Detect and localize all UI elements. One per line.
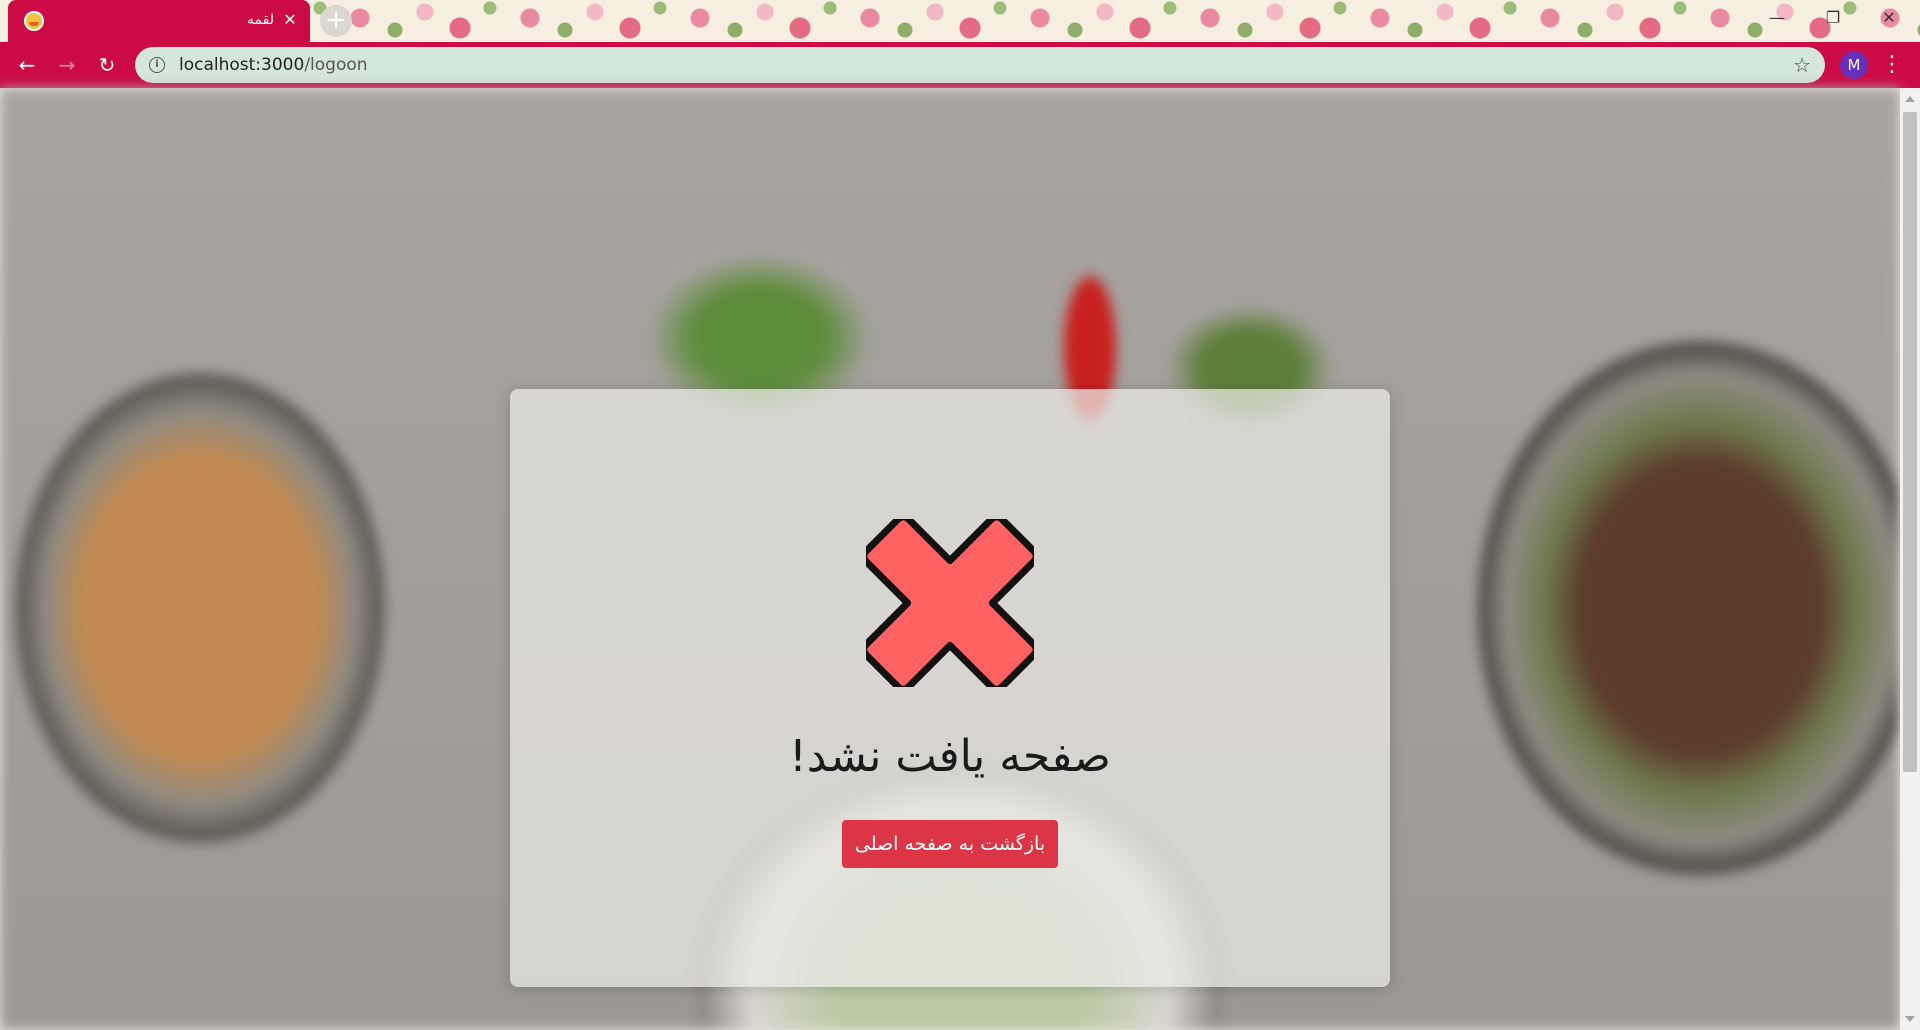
url-host: localhost:3000 [179,55,305,75]
back-button[interactable]: ← [12,50,42,80]
tab-close-icon[interactable]: ✕ [280,10,300,30]
site-info-icon[interactable]: i [149,57,165,73]
profile-avatar[interactable]: M [1840,51,1868,79]
food-favicon-icon [24,11,44,31]
browser-toolbar: ← → ↻ i localhost:3000/logoon ☆ M ⋮ [0,42,1920,88]
url-path: /logoon [304,55,368,75]
new-tab-button[interactable]: + [320,5,352,37]
not-found-card: صفحه یافت نشد! بازگشت به صفحه اصلی [510,389,1390,987]
scroll-thumb[interactable] [1903,112,1917,772]
browser-titlebar: لقمه ✕ + — ❐ ✕ [0,0,1920,42]
address-bar[interactable]: i localhost:3000/logoon ☆ [135,47,1825,83]
back-to-home-button[interactable]: بازگشت به صفحه اصلی [842,820,1058,868]
restore-button[interactable]: ❐ [1810,0,1856,36]
scroll-up-arrow-icon[interactable] [1905,96,1915,102]
tab-title: لقمه [247,12,274,28]
reload-button[interactable]: ↻ [92,50,122,80]
bookmark-star-icon[interactable]: ☆ [1793,53,1811,77]
close-window-button[interactable]: ✕ [1866,0,1912,36]
browser-tab[interactable]: لقمه ✕ [8,0,310,42]
x-mark-icon [866,519,1034,687]
browser-menu-icon[interactable]: ⋮ [1880,50,1904,80]
url-text[interactable]: localhost:3000/logoon [179,55,368,75]
minimize-button[interactable]: — [1754,0,1800,36]
page-scrollbar[interactable] [1900,88,1920,1030]
page-title: صفحه یافت نشد! [789,731,1111,782]
forward-button[interactable]: → [52,50,82,80]
scroll-down-arrow-icon[interactable] [1905,1016,1915,1022]
